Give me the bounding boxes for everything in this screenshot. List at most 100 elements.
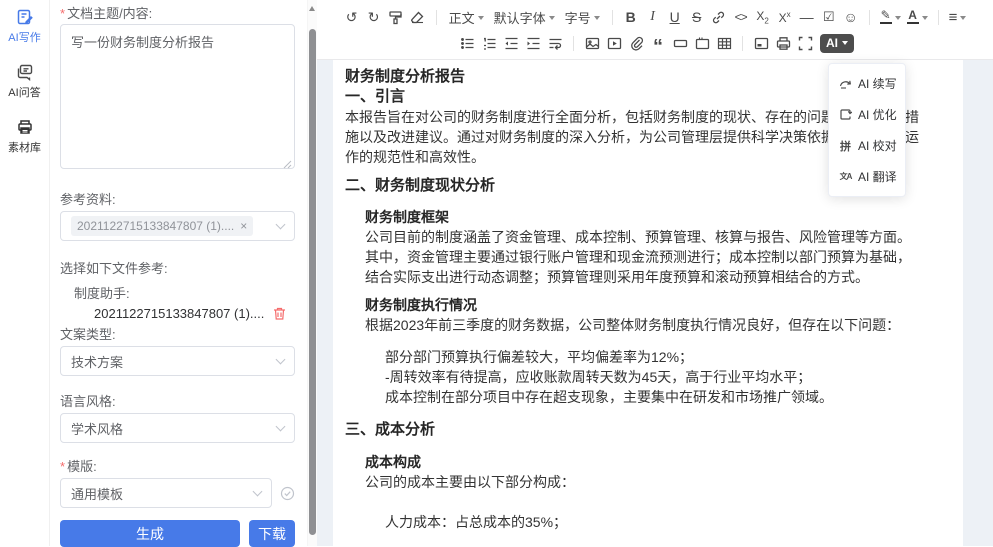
attachment-button[interactable] [625, 32, 647, 54]
ordered-list-button[interactable] [478, 32, 500, 54]
checkbox-icon: ☑ [823, 9, 835, 25]
indent-button[interactable] [522, 32, 544, 54]
toolbar-divider [612, 10, 613, 25]
scrollbar-thumb[interactable] [309, 29, 316, 535]
editor-scrollbar[interactable] [308, 0, 317, 546]
copy-type-value: 技术方案 [71, 352, 277, 371]
style-label: 语言风格: [60, 394, 295, 410]
template-label: *模版: [60, 459, 295, 475]
copy-type-label: 文案类型: [60, 327, 295, 343]
topic-input[interactable]: 写一份财务制度分析报告 [60, 24, 295, 169]
delete-file-icon[interactable] [272, 306, 287, 321]
required-mark: * [60, 6, 65, 21]
material-library-icon [16, 118, 34, 136]
style-value: 学术风格 [71, 419, 277, 438]
template-value: 通用模板 [71, 484, 254, 503]
scroll-up-arrow-icon[interactable] [309, 6, 315, 11]
font-family-value: 默认字体 [494, 8, 546, 27]
format-painter-button[interactable] [385, 6, 407, 28]
toolbar-divider [436, 10, 437, 25]
horizontal-rule-button[interactable]: — [796, 6, 818, 28]
italic-button[interactable]: I [642, 6, 664, 28]
strikethrough-button[interactable]: S [686, 6, 708, 28]
menu-item-label: AI 续写 [858, 75, 897, 92]
doc-subheading: 财务制度执行情况 [365, 295, 951, 315]
menu-item-ai-optimize[interactable]: AI 优化 [829, 99, 905, 130]
font-size-value: 字号 [565, 8, 591, 27]
menu-item-ai-translate[interactable]: 文A AI 翻译 [829, 161, 905, 192]
sidebar-item-ai-qa[interactable]: AI问答 [8, 63, 40, 100]
copy-type-select[interactable]: 技术方案 [60, 346, 295, 376]
text-wrap-button[interactable] [544, 32, 566, 54]
align-button[interactable]: ≡ [946, 6, 970, 28]
doc-list-item: 部分部门预算执行偏差较大，平均偏差率为12%； [385, 347, 951, 367]
highlight-color-button[interactable]: ✎ [877, 6, 904, 28]
caret-down-icon [842, 41, 848, 48]
caret-down-icon [922, 16, 928, 23]
app-rail: AI写作 AI问答 素材库 [0, 0, 50, 546]
undo-button[interactable]: ↺ [341, 6, 363, 28]
menu-item-ai-proofread[interactable]: 拼 AI 校对 [829, 130, 905, 161]
bullet-list-button[interactable] [456, 32, 478, 54]
emoji-icon: ☺ [843, 9, 857, 25]
reference-select[interactable]: 2021122715133847807 (1).... × [60, 211, 295, 241]
underline-button[interactable]: U [664, 6, 686, 28]
divider-block-button[interactable] [669, 32, 691, 54]
superscript-button[interactable]: Xx [774, 6, 796, 28]
doc-subheading: 成本构成 [365, 452, 951, 472]
template-select[interactable]: 通用模板 [60, 478, 272, 508]
emoji-button[interactable]: ☺ [840, 6, 862, 28]
outdent-icon [504, 36, 519, 51]
font-family-select[interactable]: 默认字体 [489, 6, 560, 28]
redo-button[interactable]: ↻ [363, 6, 385, 28]
caret-down-icon [895, 16, 901, 23]
doc-subheading: 财务制度框架 [365, 207, 951, 227]
fullscreen-icon [798, 36, 813, 51]
writer-form-panel: *文档主题/内容: 写一份财务制度分析报告 参考资料: 202112271513… [50, 0, 308, 546]
bullet-list-icon [460, 36, 475, 51]
outdent-button[interactable] [500, 32, 522, 54]
print-button[interactable] [772, 32, 794, 54]
ai-menu-button[interactable]: AI [820, 34, 854, 53]
blockquote-button[interactable]: “ [647, 32, 669, 54]
link-button[interactable] [708, 6, 730, 28]
superscript-icon: Xx [779, 10, 791, 25]
code-block-button[interactable] [691, 32, 713, 54]
insert-video-button[interactable] [603, 32, 625, 54]
font-size-select[interactable]: 字号 [560, 6, 605, 28]
subscript-button[interactable]: X2 [752, 6, 774, 28]
ai-dropdown-menu: AI 续写 AI 优化 拼 AI 校对 文A AI 翻译 [828, 63, 906, 197]
eraser-icon [410, 10, 425, 25]
font-color-icon: A [907, 10, 919, 25]
insert-table-button[interactable] [713, 32, 735, 54]
resize-handle-icon[interactable] [283, 160, 292, 169]
doc-paragraph-line: 其中，资金管理主要通过银行账户管理和现金流预测进行；成本控制以部门预算为基础， [365, 247, 951, 267]
bold-button[interactable]: B [620, 6, 642, 28]
divider-block-icon [673, 36, 688, 51]
paragraph-style-select[interactable]: 正文 [444, 6, 489, 28]
table-icon [717, 36, 732, 51]
download-button[interactable]: 下载 [249, 520, 295, 547]
chevron-down-icon [276, 219, 286, 229]
tag-close-icon[interactable]: × [240, 219, 247, 233]
iframe-button[interactable] [750, 32, 772, 54]
toolbar-divider [742, 36, 743, 51]
insert-image-button[interactable] [581, 32, 603, 54]
ai-translate-icon: 文A [839, 171, 852, 182]
ai-continue-icon [839, 77, 852, 90]
doc-paragraph-line: 公司的成本主要由以下部分构成： [365, 472, 951, 492]
font-color-button[interactable]: A [904, 6, 931, 28]
fullscreen-button[interactable] [794, 32, 816, 54]
style-select[interactable]: 学术风格 [60, 413, 295, 443]
toolbar-row-1: ↺ ↻ 正文 默认字体 字号 B I U S <> X2 Xx — ☑ [317, 4, 993, 30]
generate-button[interactable]: 生成 [60, 520, 240, 547]
inline-code-button[interactable]: <> [730, 6, 752, 28]
menu-item-ai-continue[interactable]: AI 续写 [829, 68, 905, 99]
task-list-button[interactable]: ☑ [818, 6, 840, 28]
sidebar-item-ai-write[interactable]: AI写作 [8, 8, 40, 45]
chevron-down-icon [253, 486, 263, 496]
doc-list-item: 人力成本：占总成本的35%； [385, 512, 951, 532]
doc-list-item: 成本控制在部分项目中存在超支现象，主要集中在研发和市场推广领域。 [385, 387, 951, 407]
clear-format-button[interactable] [407, 6, 429, 28]
sidebar-item-material-library[interactable]: 素材库 [8, 118, 41, 155]
